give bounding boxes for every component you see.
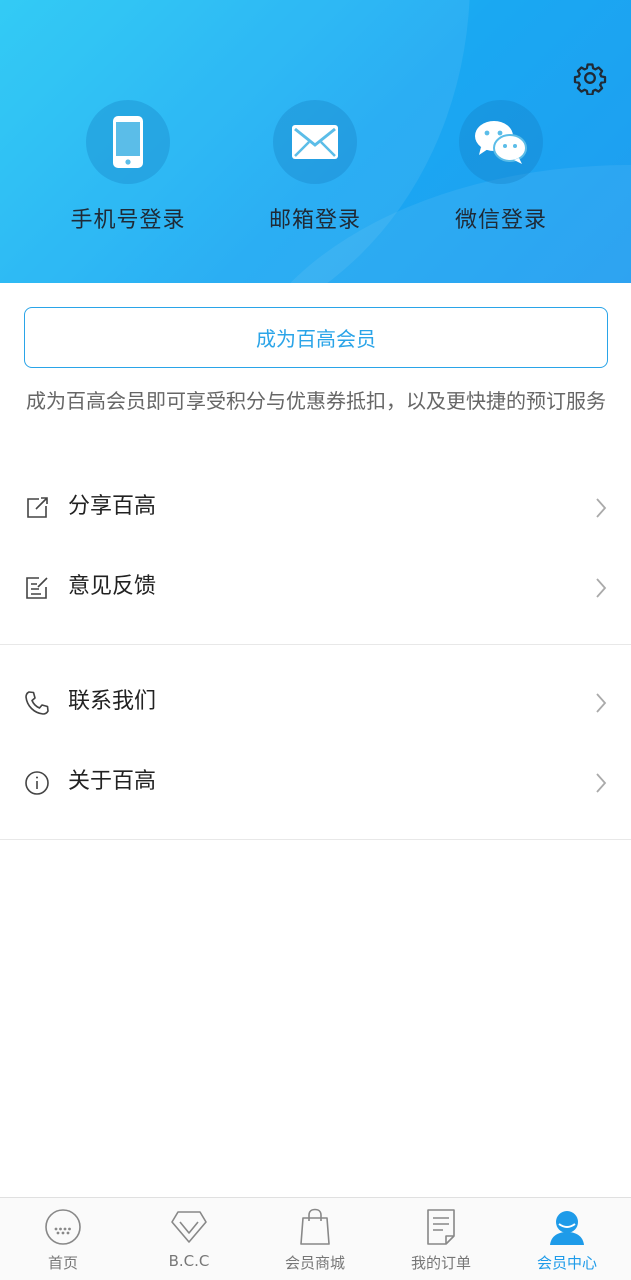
shopping-bag-icon <box>295 1207 335 1247</box>
tab-label-member-mall: 会员商城 <box>284 1254 345 1272</box>
user-icon <box>547 1207 587 1247</box>
phone-login-label: 手机号登录 <box>70 208 186 233</box>
chevron-right-icon <box>596 578 607 598</box>
settings-button[interactable] <box>572 60 608 96</box>
wechat-login-button[interactable]: 微信登录 <box>416 100 586 240</box>
member-description: 成为百高会员即可享受积分与优惠券抵扣，以及更快捷的预订服务 <box>26 389 606 413</box>
gear-icon <box>573 63 607 95</box>
wechat-login-label: 微信登录 <box>454 208 547 233</box>
tab-bcc[interactable]: B.C.C <box>126 1198 252 1280</box>
menu-item-about[interactable]: 关于百高 <box>0 742 631 822</box>
home-chat-icon <box>43 1207 83 1247</box>
menu-label-about: 关于百高 <box>68 769 157 794</box>
tab-label-my-orders: 我的订单 <box>410 1254 471 1272</box>
phone-icon <box>113 116 143 168</box>
phone-login-icon-circle <box>86 100 170 184</box>
info-icon <box>25 771 49 795</box>
email-login-icon-circle <box>273 100 357 184</box>
chevron-right-icon <box>596 498 607 518</box>
menu-label-share: 分享百高 <box>68 494 157 519</box>
tab-my-orders[interactable]: 我的订单 <box>378 1198 504 1280</box>
menu-label-contact: 联系我们 <box>68 689 157 714</box>
mail-icon <box>292 125 338 159</box>
diamond-icon <box>169 1207 209 1247</box>
share-icon <box>27 497 48 518</box>
tab-home[interactable]: 首页 <box>0 1198 126 1280</box>
wechat-icon <box>475 121 527 164</box>
email-login-label: 邮箱登录 <box>268 208 361 233</box>
phone-call-icon <box>25 691 49 715</box>
become-member-button[interactable]: 成为百高会员 <box>24 307 608 368</box>
tab-member-center[interactable]: 会员中心 <box>504 1198 630 1280</box>
wechat-login-icon-circle <box>459 100 543 184</box>
header: 手机号登录 邮箱登录 微信登录 <box>0 0 631 283</box>
tab-label-member-center: 会员中心 <box>536 1254 597 1272</box>
menu-item-feedback[interactable]: 意见反馈 <box>0 547 631 627</box>
phone-login-button[interactable]: 手机号登录 <box>43 100 213 240</box>
chevron-right-icon <box>596 693 607 713</box>
tab-member-mall[interactable]: 会员商城 <box>252 1198 378 1280</box>
menu-item-contact[interactable]: 联系我们 <box>0 662 631 742</box>
bottom-tab-bar: 首页 B.C.C 会员商城 我的订单 会员中心 <box>0 1197 631 1280</box>
email-login-button[interactable]: 邮箱登录 <box>230 100 400 240</box>
feedback-icon <box>26 577 48 599</box>
menu-divider <box>0 839 631 840</box>
chevron-right-icon <box>596 773 607 793</box>
tab-label-home: 首页 <box>47 1254 78 1272</box>
menu-label-feedback: 意见反馈 <box>68 574 157 599</box>
menu-item-share[interactable]: 分享百高 <box>0 467 631 547</box>
menu-divider <box>0 644 631 645</box>
order-icon <box>421 1207 461 1247</box>
tab-label-bcc: B.C.C <box>168 1252 210 1270</box>
